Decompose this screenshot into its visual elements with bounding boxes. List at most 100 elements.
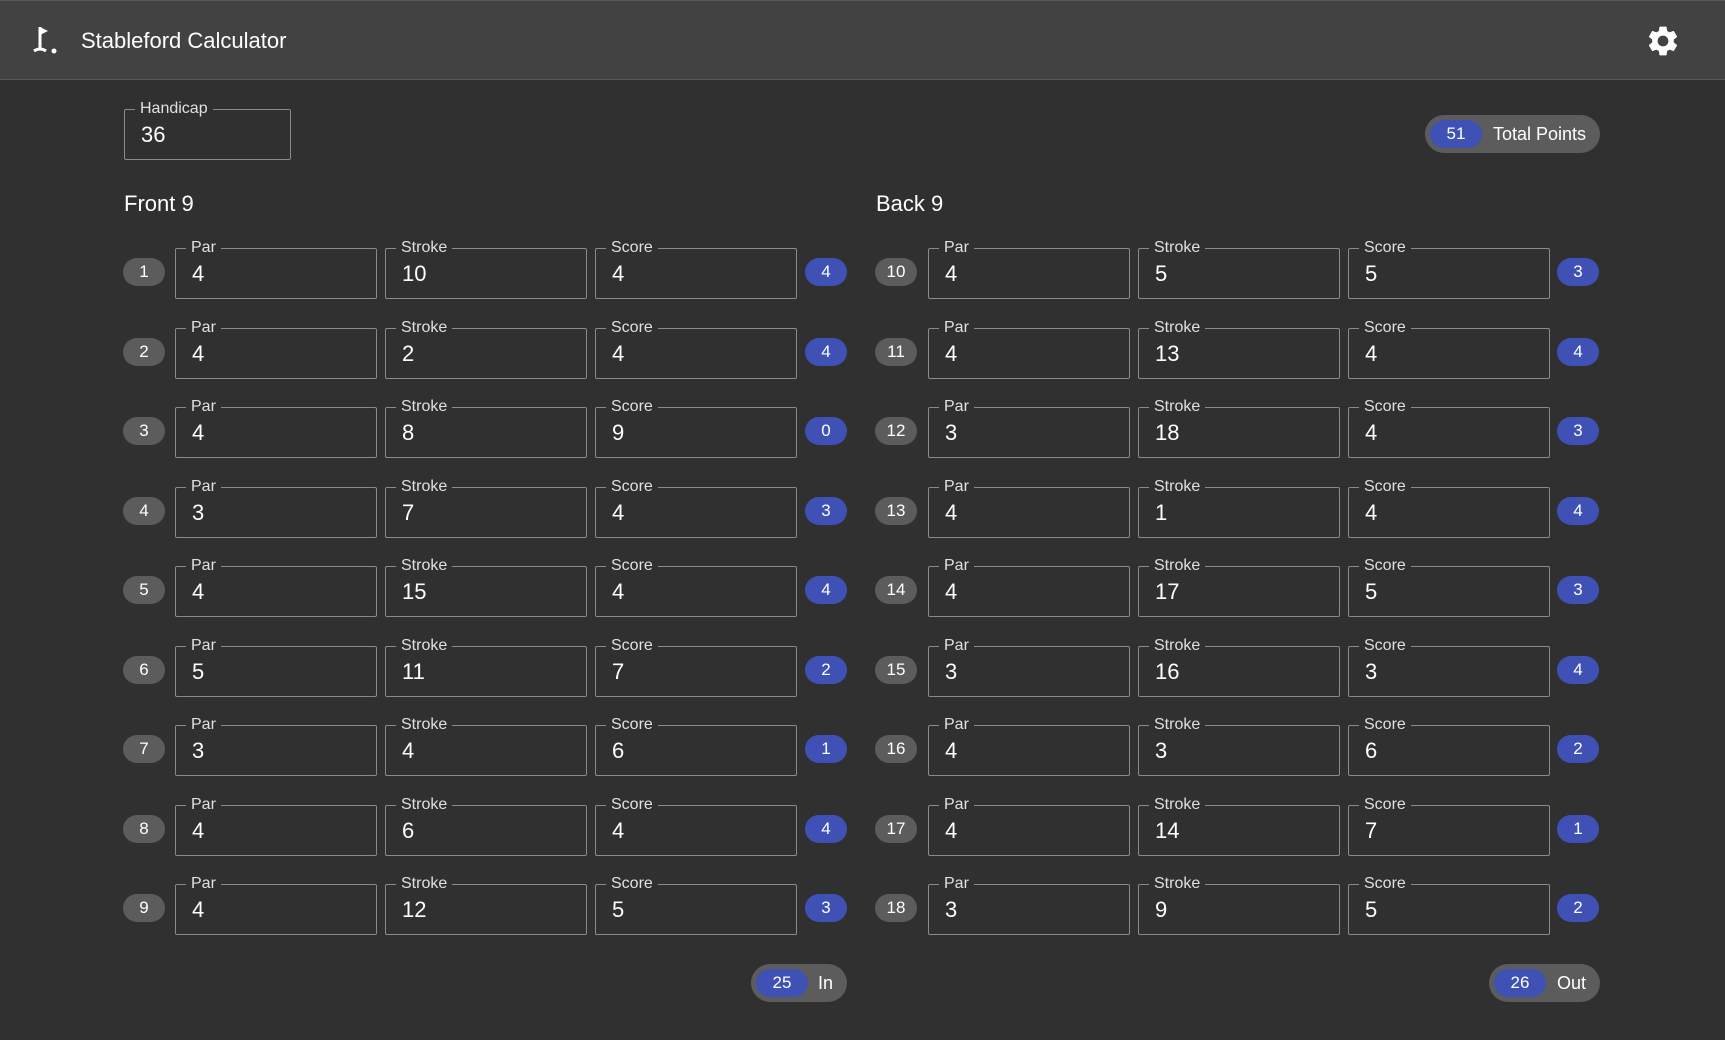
par-value[interactable]: 3 xyxy=(945,897,957,923)
score-value[interactable]: 7 xyxy=(612,659,624,685)
par-field[interactable]: Par 4 xyxy=(928,318,1130,379)
par-value[interactable]: 4 xyxy=(945,261,957,287)
gear-icon[interactable] xyxy=(1645,23,1681,59)
stroke-field[interactable]: Stroke 2 xyxy=(385,318,587,379)
score-value[interactable]: 9 xyxy=(612,420,624,446)
par-field[interactable]: Par 3 xyxy=(928,874,1130,935)
stroke-field[interactable]: Stroke 3 xyxy=(1138,715,1340,776)
par-field[interactable]: Par 3 xyxy=(175,477,377,538)
score-field[interactable]: Score 4 xyxy=(595,318,797,379)
stroke-field[interactable]: Stroke 12 xyxy=(385,874,587,935)
par-field[interactable]: Par 4 xyxy=(175,397,377,458)
stroke-value[interactable]: 4 xyxy=(402,738,414,764)
stroke-value[interactable]: 16 xyxy=(1155,659,1179,685)
stroke-value[interactable]: 13 xyxy=(1155,341,1179,367)
par-value[interactable]: 5 xyxy=(192,659,204,685)
score-field[interactable]: Score 4 xyxy=(595,556,797,617)
par-field[interactable]: Par 4 xyxy=(928,715,1130,776)
par-value[interactable]: 4 xyxy=(945,579,957,605)
par-field[interactable]: Par 3 xyxy=(928,397,1130,458)
score-field[interactable]: Score 5 xyxy=(1348,238,1550,299)
score-value[interactable]: 3 xyxy=(1365,659,1377,685)
stroke-field[interactable]: Stroke 18 xyxy=(1138,397,1340,458)
par-field[interactable]: Par 4 xyxy=(928,795,1130,856)
stroke-field[interactable]: Stroke 1 xyxy=(1138,477,1340,538)
par-field[interactable]: Par 4 xyxy=(175,238,377,299)
stroke-value[interactable]: 6 xyxy=(402,818,414,844)
score-value[interactable]: 5 xyxy=(612,897,624,923)
par-value[interactable]: 4 xyxy=(192,261,204,287)
score-field[interactable]: Score 4 xyxy=(1348,477,1550,538)
par-value[interactable]: 4 xyxy=(945,500,957,526)
score-field[interactable]: Score 5 xyxy=(1348,556,1550,617)
score-field[interactable]: Score 4 xyxy=(595,477,797,538)
score-value[interactable]: 4 xyxy=(1365,500,1377,526)
score-value[interactable]: 4 xyxy=(612,500,624,526)
score-field[interactable]: Score 4 xyxy=(1348,318,1550,379)
par-value[interactable]: 4 xyxy=(192,818,204,844)
stroke-field[interactable]: Stroke 11 xyxy=(385,636,587,697)
score-field[interactable]: Score 4 xyxy=(1348,397,1550,458)
stroke-field[interactable]: Stroke 4 xyxy=(385,715,587,776)
par-field[interactable]: Par 4 xyxy=(175,556,377,617)
stroke-value[interactable]: 17 xyxy=(1155,579,1179,605)
par-field[interactable]: Par 4 xyxy=(175,874,377,935)
score-field[interactable]: Score 6 xyxy=(1348,715,1550,776)
score-value[interactable]: 4 xyxy=(612,341,624,367)
par-value[interactable]: 4 xyxy=(945,818,957,844)
stroke-value[interactable]: 14 xyxy=(1155,818,1179,844)
par-value[interactable]: 4 xyxy=(192,420,204,446)
stroke-value[interactable]: 7 xyxy=(402,500,414,526)
par-field[interactable]: Par 3 xyxy=(175,715,377,776)
stroke-field[interactable]: Stroke 7 xyxy=(385,477,587,538)
par-value[interactable]: 4 xyxy=(192,897,204,923)
stroke-field[interactable]: Stroke 14 xyxy=(1138,795,1340,856)
par-value[interactable]: 3 xyxy=(945,659,957,685)
score-field[interactable]: Score 3 xyxy=(1348,636,1550,697)
stroke-field[interactable]: Stroke 6 xyxy=(385,795,587,856)
score-field[interactable]: Score 7 xyxy=(1348,795,1550,856)
score-value[interactable]: 4 xyxy=(612,818,624,844)
par-value[interactable]: 4 xyxy=(192,341,204,367)
score-field[interactable]: Score 9 xyxy=(595,397,797,458)
par-value[interactable]: 3 xyxy=(945,420,957,446)
par-field[interactable]: Par 4 xyxy=(928,238,1130,299)
score-field[interactable]: Score 4 xyxy=(595,795,797,856)
stroke-field[interactable]: Stroke 15 xyxy=(385,556,587,617)
par-field[interactable]: Par 4 xyxy=(175,318,377,379)
stroke-field[interactable]: Stroke 8 xyxy=(385,397,587,458)
handicap-field[interactable]: Handicap 36 xyxy=(124,99,291,160)
stroke-field[interactable]: Stroke 9 xyxy=(1138,874,1340,935)
stroke-value[interactable]: 18 xyxy=(1155,420,1179,446)
stroke-field[interactable]: Stroke 5 xyxy=(1138,238,1340,299)
handicap-value[interactable]: 36 xyxy=(141,122,165,148)
stroke-value[interactable]: 3 xyxy=(1155,738,1167,764)
score-value[interactable]: 5 xyxy=(1365,261,1377,287)
par-value[interactable]: 4 xyxy=(192,579,204,605)
par-field[interactable]: Par 3 xyxy=(928,636,1130,697)
par-field[interactable]: Par 4 xyxy=(928,477,1130,538)
score-field[interactable]: Score 5 xyxy=(595,874,797,935)
par-value[interactable]: 3 xyxy=(192,500,204,526)
score-field[interactable]: Score 5 xyxy=(1348,874,1550,935)
stroke-field[interactable]: Stroke 10 xyxy=(385,238,587,299)
stroke-value[interactable]: 12 xyxy=(402,897,426,923)
stroke-field[interactable]: Stroke 13 xyxy=(1138,318,1340,379)
stroke-value[interactable]: 11 xyxy=(402,659,425,685)
score-field[interactable]: Score 7 xyxy=(595,636,797,697)
par-field[interactable]: Par 5 xyxy=(175,636,377,697)
stroke-value[interactable]: 8 xyxy=(402,420,414,446)
par-field[interactable]: Par 4 xyxy=(175,795,377,856)
stroke-field[interactable]: Stroke 16 xyxy=(1138,636,1340,697)
stroke-value[interactable]: 1 xyxy=(1155,500,1167,526)
stroke-value[interactable]: 15 xyxy=(402,579,426,605)
score-value[interactable]: 7 xyxy=(1365,818,1377,844)
score-value[interactable]: 4 xyxy=(612,579,624,605)
score-value[interactable]: 4 xyxy=(1365,420,1377,446)
par-value[interactable]: 3 xyxy=(192,738,204,764)
score-value[interactable]: 4 xyxy=(1365,341,1377,367)
stroke-value[interactable]: 2 xyxy=(402,341,414,367)
score-value[interactable]: 5 xyxy=(1365,897,1377,923)
par-value[interactable]: 4 xyxy=(945,341,957,367)
par-value[interactable]: 4 xyxy=(945,738,957,764)
